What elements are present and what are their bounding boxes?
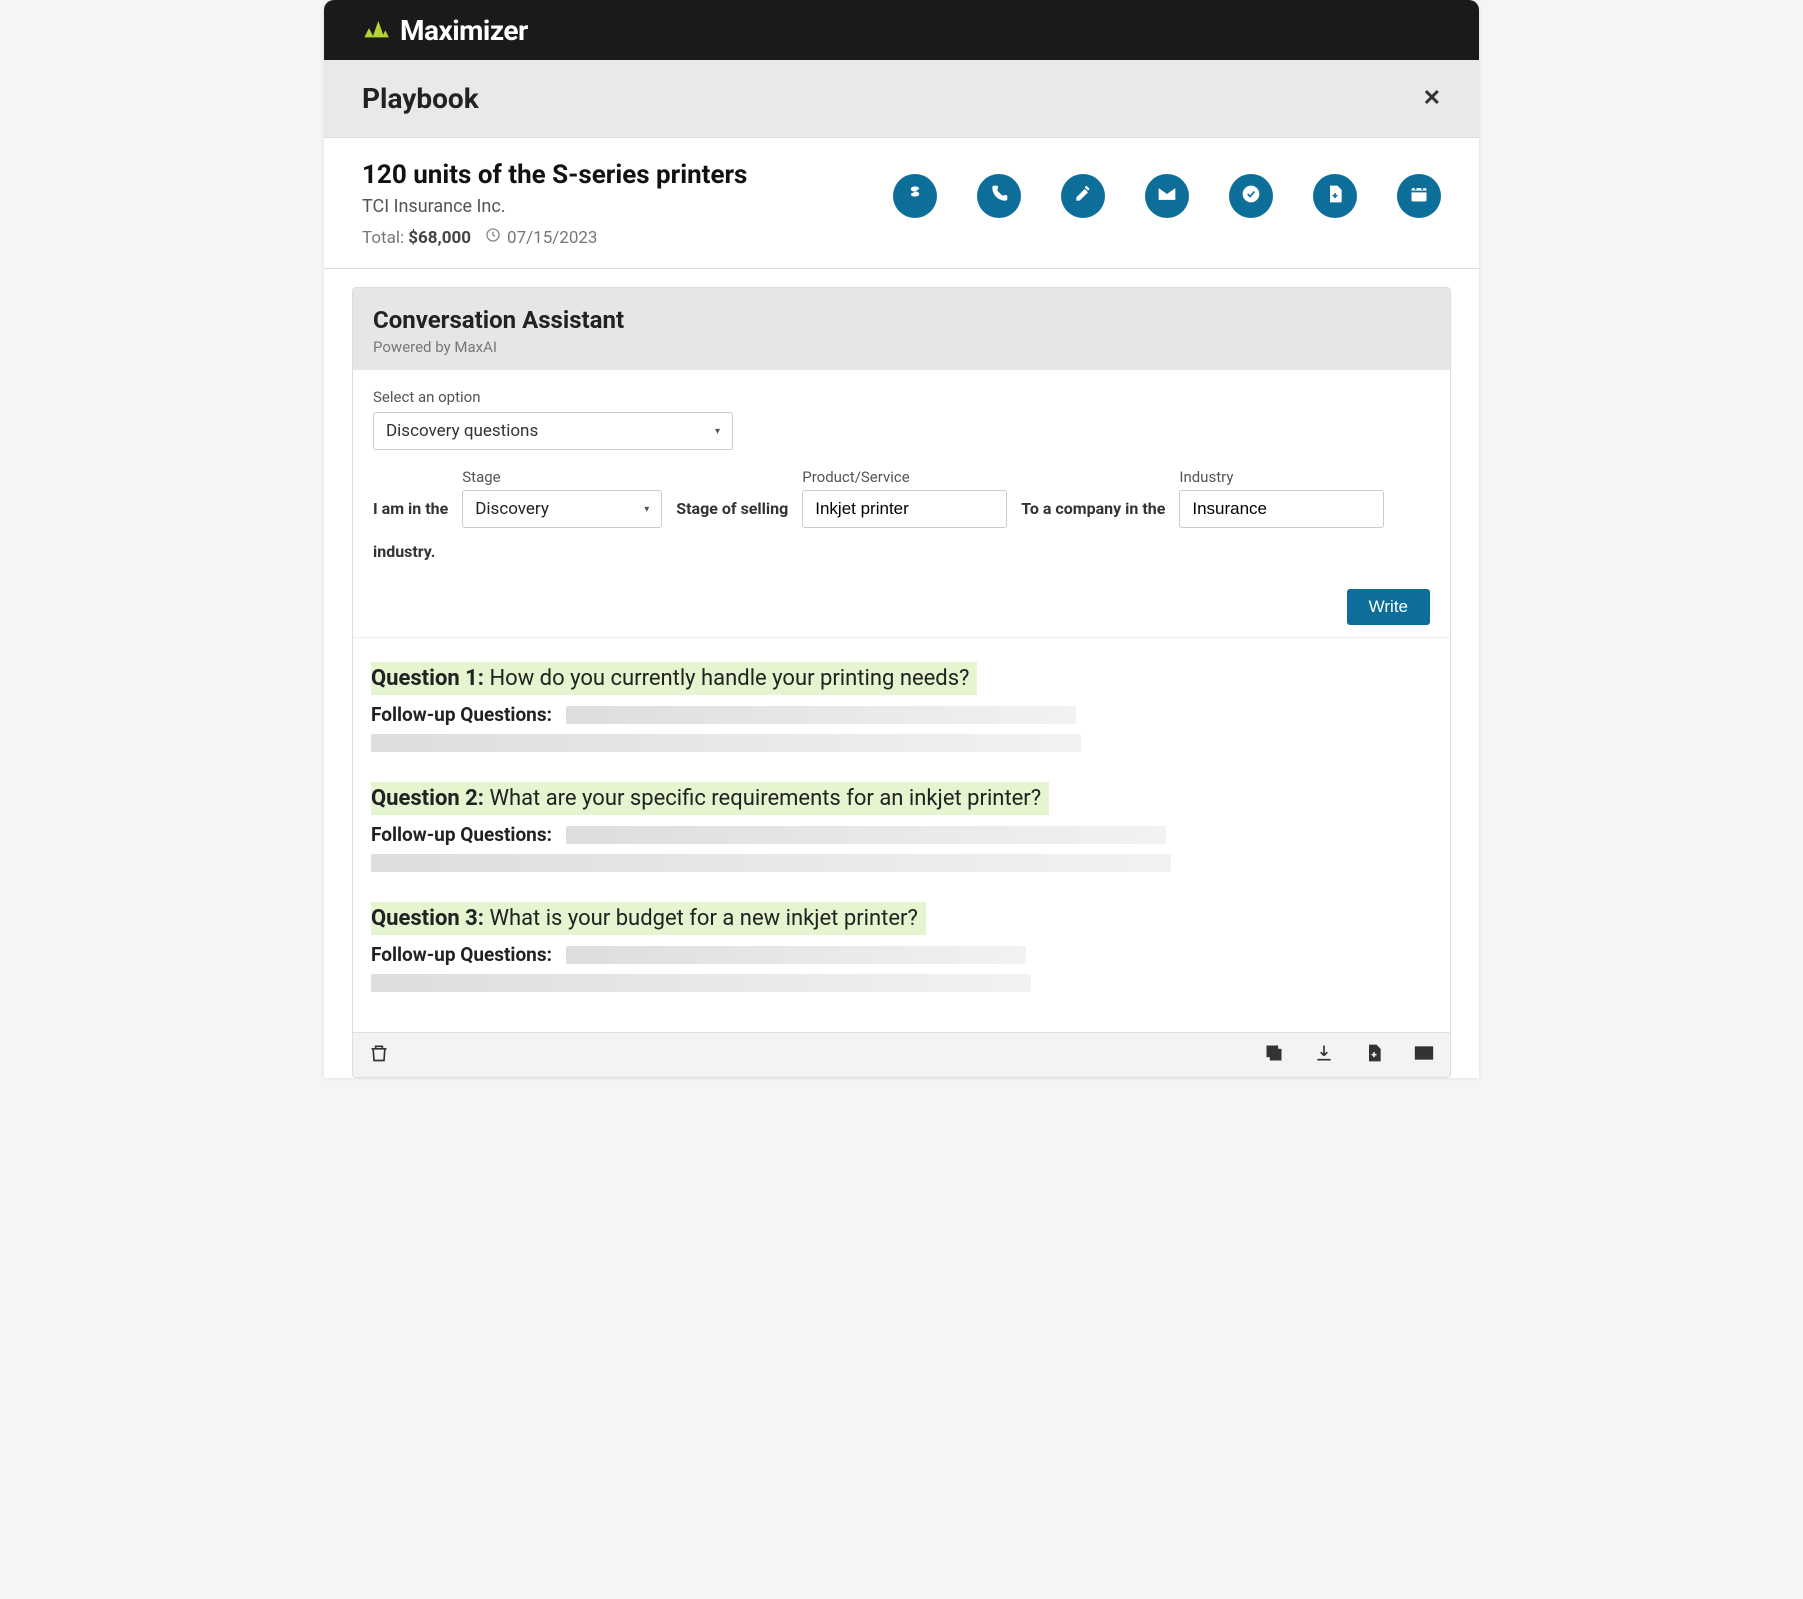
brand-logo: Maximizer xyxy=(362,14,528,47)
edit-button[interactable] xyxy=(1061,174,1105,218)
conversation-assistant-panel: Conversation Assistant Powered by MaxAI … xyxy=(352,287,1451,1078)
caret-down-icon: ▾ xyxy=(715,426,720,437)
deal-summary-row: 120 units of the S-series printers TCI I… xyxy=(324,138,1479,269)
product-input[interactable] xyxy=(802,490,1007,528)
followup-label: Follow-up Questions: xyxy=(371,943,552,966)
write-button[interactable]: Write xyxy=(1347,589,1430,625)
deal-date: 07/15/2023 xyxy=(507,228,597,248)
money-button[interactable] xyxy=(893,174,937,218)
option-value: Discovery questions xyxy=(386,421,538,441)
industry-input[interactable] xyxy=(1179,490,1384,528)
question-block: Question 1: How do you currently handle … xyxy=(371,662,1432,752)
deal-company: TCI Insurance Inc. xyxy=(362,196,747,217)
panel-subtitle: Powered by MaxAI xyxy=(373,338,1430,356)
question-text: What are your specific requirements for … xyxy=(489,786,1041,811)
total-label: Total: xyxy=(362,228,404,248)
followup-label: Follow-up Questions: xyxy=(371,703,552,726)
sentence-mid1: Stage of selling xyxy=(676,499,788,528)
calendar-icon xyxy=(1409,184,1429,208)
copy-button[interactable] xyxy=(1264,1043,1284,1067)
file-plus-icon xyxy=(1325,184,1345,208)
question-number: Question 1: xyxy=(371,666,484,691)
brand-name: Maximizer xyxy=(400,14,528,47)
copy-icon xyxy=(1264,1048,1284,1067)
placeholder-bar xyxy=(566,946,1026,964)
option-select[interactable]: Discovery questions ▾ xyxy=(373,412,733,450)
placeholder-bar xyxy=(371,974,1031,992)
product-label: Product/Service xyxy=(802,468,1007,486)
placeholder-bar xyxy=(371,854,1171,872)
app-window: Maximizer Playbook ✕ 120 units of the S-… xyxy=(324,0,1479,1078)
stage-value: Discovery xyxy=(475,499,549,519)
followup-label: Follow-up Questions: xyxy=(371,823,552,846)
total-amount: $68,000 xyxy=(408,228,471,248)
placeholder-bar xyxy=(566,826,1166,844)
panel-footer xyxy=(353,1032,1450,1077)
call-button[interactable] xyxy=(977,174,1021,218)
industry-label: Industry xyxy=(1179,468,1384,486)
maximizer-logo-icon xyxy=(362,14,390,46)
close-icon: ✕ xyxy=(1423,86,1441,111)
clock-icon xyxy=(485,227,501,248)
deal-action-icons xyxy=(893,160,1441,218)
schedule-button[interactable] xyxy=(1397,174,1441,218)
playbook-header: Playbook ✕ xyxy=(324,60,1479,138)
approve-button[interactable] xyxy=(1229,174,1273,218)
caret-down-icon: ▾ xyxy=(644,504,649,515)
phone-icon xyxy=(989,184,1009,208)
sentence-mid2: To a company in the xyxy=(1021,499,1165,528)
brand-bar: Maximizer xyxy=(324,0,1479,60)
close-button[interactable]: ✕ xyxy=(1423,86,1441,111)
check-circle-icon xyxy=(1241,184,1261,208)
placeholder-bar xyxy=(371,734,1081,752)
question-number: Question 2: xyxy=(371,786,484,811)
option-label: Select an option xyxy=(373,388,1430,406)
deal-meta: Total: $68,000 07/15/2023 xyxy=(362,227,747,248)
placeholder-bar xyxy=(566,706,1076,724)
sentence-suffix: industry. xyxy=(373,542,435,571)
panel-title: Conversation Assistant xyxy=(373,306,1430,334)
envelope-icon xyxy=(1414,1048,1434,1067)
dollar-icon xyxy=(905,184,925,208)
file-plus-icon xyxy=(1364,1048,1384,1067)
stage-label: Stage xyxy=(462,468,662,486)
envelope-icon xyxy=(1157,184,1177,208)
question-text: What is your budget for a new inkjet pri… xyxy=(489,906,917,931)
add-document-button[interactable] xyxy=(1313,174,1357,218)
add-file-button[interactable] xyxy=(1364,1043,1384,1067)
delete-button[interactable] xyxy=(369,1043,389,1067)
edit-icon xyxy=(1073,184,1093,208)
questions-area: Question 1: How do you currently handle … xyxy=(353,638,1450,1032)
download-button[interactable] xyxy=(1314,1043,1334,1067)
sentence-row: I am in the Stage Discovery ▾ Stage of s… xyxy=(373,468,1430,571)
trash-icon xyxy=(369,1048,389,1067)
question-number: Question 3: xyxy=(371,906,484,931)
stage-select[interactable]: Discovery ▾ xyxy=(462,490,662,528)
send-email-button[interactable] xyxy=(1414,1043,1434,1067)
page-title: Playbook xyxy=(362,82,479,115)
question-block: Question 2: What are your specific requi… xyxy=(371,782,1432,872)
deal-title: 120 units of the S-series printers xyxy=(362,160,747,190)
download-icon xyxy=(1314,1048,1334,1067)
question-text: How do you currently handle your printin… xyxy=(489,666,969,691)
email-button[interactable] xyxy=(1145,174,1189,218)
question-block: Question 3: What is your budget for a ne… xyxy=(371,902,1432,992)
sentence-prefix: I am in the xyxy=(373,499,448,528)
